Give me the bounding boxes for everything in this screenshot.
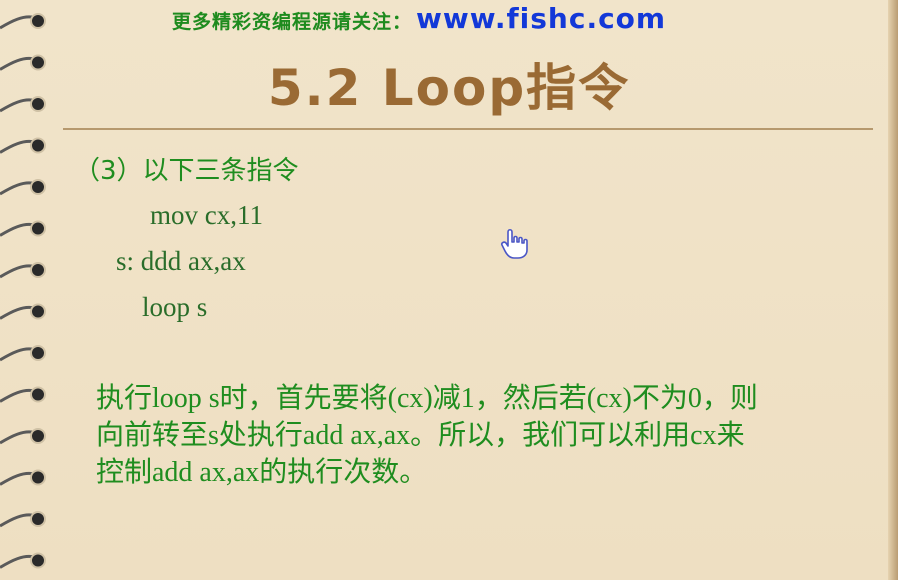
explanation-line-1: 执行loop s时，首先要将(cx)减1，然后若(cx)不为0，则 (96, 383, 758, 414)
binding-hole (30, 13, 46, 29)
binding-hole (30, 386, 46, 403)
title-divider (63, 128, 873, 130)
binding-hole (30, 552, 46, 569)
code-line-3: loop s (142, 292, 208, 322)
binding-hole (30, 262, 46, 278)
promo-url-link[interactable]: www.fishc.com (416, 2, 666, 35)
slide-page: 更多精彩资编程源请关注： www.fishc.com 5.2 Loop指令 （3… (0, 0, 898, 580)
promo-banner: 更多精彩资编程源请关注： www.fishc.com (172, 2, 666, 35)
section-subheading: （3）以下三条指令 (74, 156, 299, 186)
explanation-line-3: 控制add ax,ax的执行次数。 (96, 457, 428, 488)
binding-hole (30, 469, 46, 486)
explanation-paragraph: 执行loop s时，首先要将(cx)减1，然后若(cx)不为0，则 向前转至s处… (96, 380, 866, 491)
binding-hole (30, 511, 46, 527)
explanation-line-2: 向前转至s处执行add ax,ax。所以，我们可以利用cx来 (96, 420, 745, 451)
promo-text: 更多精彩资编程源请关注： (172, 11, 413, 33)
binding-hole (30, 345, 46, 361)
slide-title: 5.2 Loop指令 (267, 59, 631, 117)
binding-hole (30, 220, 46, 237)
binding-hole (30, 428, 46, 444)
binding-hole (30, 137, 46, 154)
code-line-2: s: ddd ax,ax (116, 246, 246, 276)
hand-pointer-icon (501, 228, 528, 259)
binding-hole (30, 179, 46, 195)
code-line-1: mov cx,11 (150, 200, 263, 230)
binding-hole (30, 303, 46, 320)
